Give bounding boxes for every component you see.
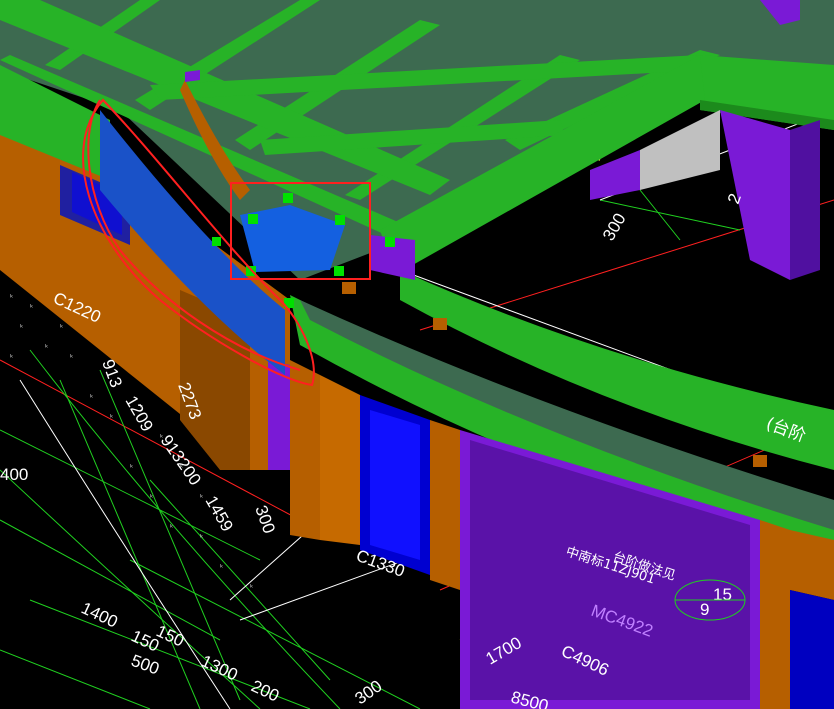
label-dim-300-low: 300 xyxy=(351,676,385,708)
grip-handle[interactable] xyxy=(335,215,345,225)
label-ref-top: 15 xyxy=(713,585,732,604)
svg-text:ᵏ: ᵏ xyxy=(130,463,133,472)
grip-handle[interactable] xyxy=(283,193,293,203)
label-dim-500: 500 xyxy=(129,651,162,679)
cad-3d-viewport[interactable]: ᵏᵏᵏ ᵏᵏᵏ ᵏᵏᵏ ᵏᵏᵏ ᵏᵏᵏ ᵏᵏᵏ ᵏᵏᵏ ᵏᵏᵏ xyxy=(0,0,834,709)
svg-text:ᵏ: ᵏ xyxy=(200,533,203,542)
svg-text:ᵏ: ᵏ xyxy=(110,413,113,422)
svg-text:ᵏ: ᵏ xyxy=(20,323,23,332)
grip-handle[interactable] xyxy=(334,266,344,276)
grip-handle[interactable] xyxy=(212,237,221,246)
svg-text:ᵏ: ᵏ xyxy=(150,493,153,502)
grip-handle[interactable] xyxy=(385,237,395,247)
svg-text:ᵏ: ᵏ xyxy=(10,293,13,302)
svg-text:ᵏ: ᵏ xyxy=(45,343,48,352)
grip-handle[interactable] xyxy=(248,214,258,224)
label-ref-bottom: 9 xyxy=(700,600,709,619)
svg-text:ᵏ: ᵏ xyxy=(60,323,63,332)
label-dim-200: 200 xyxy=(248,676,282,705)
label-dim-1459: 1459 xyxy=(202,493,237,535)
label-dim-300-top: 300 xyxy=(599,210,630,244)
label-dim-400: 400 xyxy=(0,465,28,484)
svg-text:ᵏ: ᵏ xyxy=(220,563,223,572)
svg-text:ᵏ: ᵏ xyxy=(250,583,253,592)
label-dim-1300: 1300 xyxy=(198,651,240,684)
label-dim-1209: 1209 xyxy=(122,393,157,435)
svg-text:ᵏ: ᵏ xyxy=(170,523,173,532)
svg-text:ᵏ: ᵏ xyxy=(90,393,93,402)
svg-text:ᵏ: ᵏ xyxy=(10,353,13,362)
svg-text:ᵏ: ᵏ xyxy=(30,303,33,312)
label-dim-300-mid: 300 xyxy=(251,503,279,536)
svg-text:ᵏ: ᵏ xyxy=(70,353,73,362)
